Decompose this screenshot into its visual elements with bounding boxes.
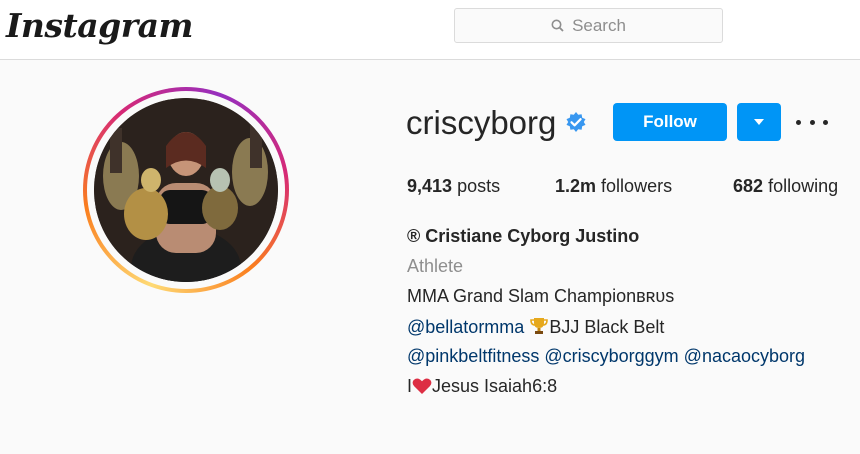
- more-options-button[interactable]: [796, 112, 828, 132]
- verified-badge-icon: [566, 112, 586, 132]
- bio-mention-link[interactable]: @pinkbeltfitness: [407, 346, 539, 366]
- trophy-icon: [530, 318, 549, 334]
- followers-stat[interactable]: 1.2m followers: [555, 176, 672, 197]
- heart-icon: [412, 378, 432, 394]
- more-options-icon: [823, 119, 828, 125]
- following-count: 682: [733, 176, 764, 196]
- bio-line-3: @pinkbeltfitness @criscyborggym @nacaocy…: [407, 346, 805, 367]
- search-box[interactable]: Search: [454, 8, 723, 43]
- bio-line-2: @bellatormma BJJ Black Belt: [407, 316, 664, 338]
- bio-category: Athlete: [407, 256, 464, 276]
- profile-avatar-ring[interactable]: [83, 87, 289, 293]
- followers-count: 1.2m: [555, 176, 597, 196]
- bio-line-4: I Jesus Isaiah6:8: [407, 376, 557, 397]
- search-placeholder: Search: [572, 15, 626, 35]
- top-navigation-bar: Instagram Search: [0, 0, 860, 60]
- more-options-icon: [796, 119, 801, 125]
- bio-mention-link[interactable]: @criscyborggym: [544, 346, 678, 366]
- avatar-photo: [94, 98, 278, 282]
- bio-line-2-text: BJJ Black Belt: [549, 317, 665, 337]
- profile-username: criscyborg: [406, 104, 557, 141]
- following-stat[interactable]: 682 following: [733, 176, 838, 197]
- instagram-logo[interactable]: Instagram: [6, 6, 193, 45]
- bio-full-name: ® Cristiane Cyborg Justino: [407, 226, 640, 246]
- bio-mention-link[interactable]: @bellatormma: [407, 317, 524, 337]
- bio-line-1: MMA Grand Slam Championʙʀᴜs: [407, 286, 675, 306]
- posts-stat: 9,413 posts: [407, 176, 500, 197]
- followers-label: followers: [601, 176, 673, 196]
- search-icon: [551, 19, 564, 32]
- more-options-icon: [809, 119, 815, 125]
- bio-mention-link[interactable]: @nacaocyborg: [684, 346, 805, 366]
- suggested-accounts-dropdown-button[interactable]: [737, 103, 781, 141]
- chevron-down-icon: [754, 119, 764, 125]
- follow-button[interactable]: Follow: [613, 103, 727, 141]
- following-label: following: [768, 176, 839, 196]
- bio-line-4-text: Jesus Isaiah6:8: [432, 376, 558, 396]
- posts-count: 9,413: [407, 176, 453, 196]
- avatar[interactable]: [94, 98, 278, 282]
- avatar-gap: [87, 91, 285, 289]
- posts-label: posts: [457, 176, 501, 196]
